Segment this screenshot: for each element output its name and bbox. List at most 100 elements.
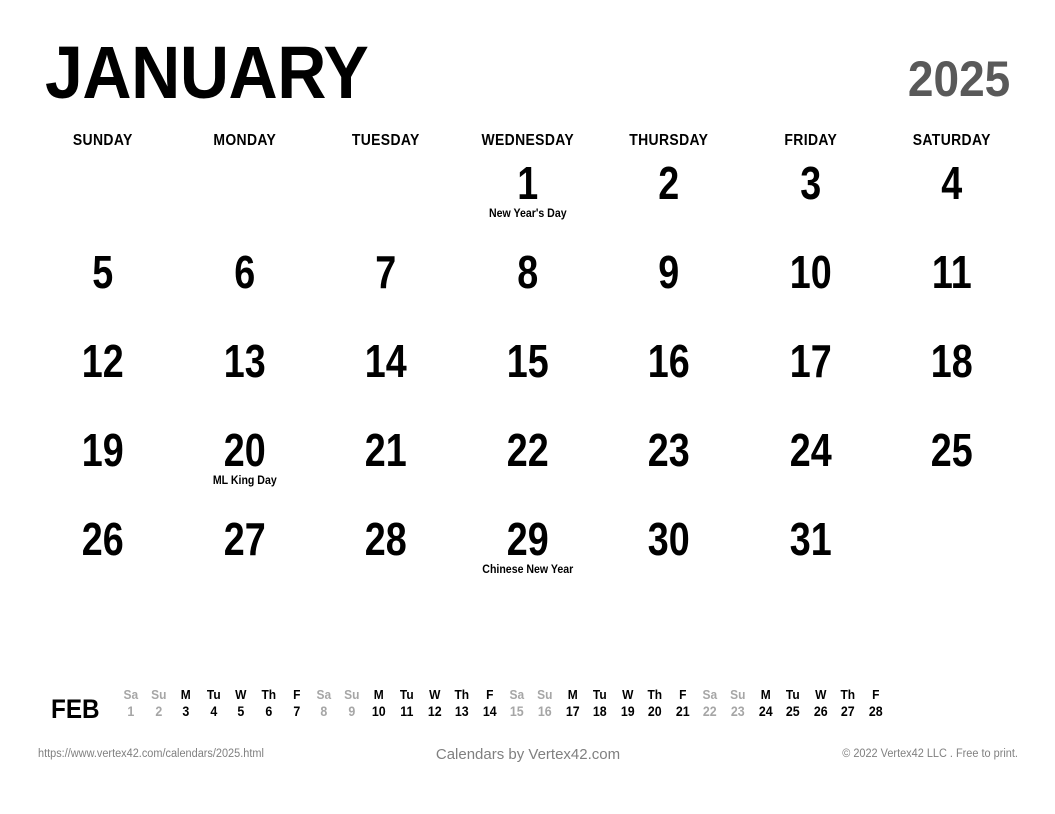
- mini-day-number: 11: [400, 704, 414, 719]
- calendar-page: JANUARY 2025 SUNDAY MONDAY TUESDAY WEDNE…: [0, 0, 1055, 814]
- mini-day-cell[interactable]: F 14: [476, 686, 504, 721]
- mini-day-weekday: F: [872, 687, 880, 702]
- day-number: 19: [81, 424, 124, 476]
- day-cell[interactable]: 29 Chinese New Year: [457, 512, 599, 601]
- day-cell[interactable]: 26: [32, 512, 174, 601]
- mini-day-number: 28: [868, 704, 883, 719]
- mini-day-weekday: Sa: [316, 687, 332, 702]
- mini-day-cell[interactable]: Th 20: [641, 686, 669, 721]
- day-number: 25: [931, 424, 974, 476]
- mini-day-cell[interactable]: Su 2: [145, 686, 173, 721]
- day-cell[interactable]: 27: [174, 512, 316, 601]
- weekday-header-wednesday: WEDNESDAY: [481, 132, 574, 149]
- mini-day-number: 14: [482, 704, 497, 719]
- mini-day-cell[interactable]: Sa 22: [696, 686, 724, 721]
- day-cell[interactable]: 25: [881, 423, 1023, 512]
- day-cell[interactable]: 3: [740, 156, 882, 245]
- day-cell[interactable]: 19: [32, 423, 174, 512]
- weekday-header-row: SUNDAY MONDAY TUESDAY WEDNESDAY THURSDAY…: [32, 132, 1023, 150]
- mini-day-number: 24: [758, 704, 773, 719]
- day-number: 10: [789, 246, 832, 298]
- day-cell[interactable]: 20 ML King Day: [174, 423, 316, 512]
- day-cell[interactable]: 11: [881, 245, 1023, 334]
- day-number: 5: [92, 246, 114, 298]
- day-cell[interactable]: 4: [881, 156, 1023, 245]
- day-cell-empty: [881, 512, 1023, 601]
- mini-day-cell[interactable]: W 19: [614, 686, 642, 721]
- day-number: 16: [648, 335, 691, 387]
- day-cell[interactable]: 10: [740, 245, 882, 334]
- mini-day-cell[interactable]: M 24: [752, 686, 780, 721]
- day-cell[interactable]: 6: [174, 245, 316, 334]
- mini-day-weekday: F: [679, 687, 687, 702]
- day-cell[interactable]: 23: [598, 423, 740, 512]
- mini-day-weekday: Su: [343, 687, 360, 702]
- mini-day-cell[interactable]: Su 16: [531, 686, 559, 721]
- day-number: 15: [506, 335, 549, 387]
- mini-day-cell[interactable]: Sa 8: [310, 686, 338, 721]
- day-cell[interactable]: 18: [881, 334, 1023, 423]
- day-cell[interactable]: 9: [598, 245, 740, 334]
- day-number: 11: [932, 246, 973, 298]
- day-cell[interactable]: 12: [32, 334, 174, 423]
- day-cell[interactable]: 2: [598, 156, 740, 245]
- day-cell[interactable]: 5: [32, 245, 174, 334]
- day-number: 2: [658, 157, 680, 209]
- mini-day-cell[interactable]: Th 13: [448, 686, 476, 721]
- mini-day-cell[interactable]: Tu 18: [586, 686, 614, 721]
- mini-day-cell[interactable]: W5: [227, 686, 255, 721]
- day-cell[interactable]: 13: [174, 334, 316, 423]
- day-cell[interactable]: 28: [315, 512, 457, 601]
- mini-day-weekday: W: [235, 687, 247, 702]
- mini-day-cell[interactable]: Sa 15: [503, 686, 531, 721]
- day-cell[interactable]: 7: [315, 245, 457, 334]
- day-cell[interactable]: 8: [457, 245, 599, 334]
- mini-day-cell[interactable]: Tu 25: [779, 686, 807, 721]
- mini-day-cell[interactable]: Th 27: [834, 686, 862, 721]
- day-number: 14: [364, 335, 407, 387]
- mini-day-cell[interactable]: F 28: [862, 686, 890, 721]
- mini-day-number: 2: [154, 704, 162, 719]
- mini-day-cell[interactable]: M3: [172, 686, 200, 721]
- day-event-label: New Year's Day: [488, 208, 567, 220]
- mini-day-weekday: W: [814, 687, 827, 702]
- mini-day-weekday: Th: [840, 687, 856, 702]
- day-cell[interactable]: 15: [457, 334, 599, 423]
- mini-day-cell[interactable]: Tu 11: [393, 686, 421, 721]
- day-cell[interactable]: 14: [315, 334, 457, 423]
- mini-day-cell[interactable]: F 21: [669, 686, 697, 721]
- weekday-header-monday: MONDAY: [212, 132, 276, 149]
- day-number: 31: [789, 513, 832, 565]
- mini-day-cell[interactable]: Th 6: [255, 686, 283, 721]
- mini-day-cell[interactable]: Su 23: [724, 686, 752, 721]
- mini-day-cell[interactable]: W 26: [807, 686, 835, 721]
- day-cell[interactable]: 31: [740, 512, 882, 601]
- day-number: 29: [506, 513, 549, 565]
- mini-day-weekday: Sa: [509, 687, 525, 702]
- mini-day-cell[interactable]: F7: [283, 686, 311, 721]
- day-cell[interactable]: 24: [740, 423, 882, 512]
- mini-day-weekday: Th: [647, 687, 663, 702]
- mini-day-number: 26: [813, 704, 828, 719]
- day-cell[interactable]: 17: [740, 334, 882, 423]
- mini-day-cell[interactable]: W 12: [421, 686, 449, 721]
- mini-day-weekday: Th: [261, 687, 277, 702]
- mini-day-weekday: Su: [150, 687, 167, 702]
- mini-day-cell[interactable]: M 17: [559, 686, 587, 721]
- mini-day-cell[interactable]: M 10: [365, 686, 393, 721]
- day-cell[interactable]: 16: [598, 334, 740, 423]
- mini-day-cell[interactable]: Sa 1: [117, 686, 145, 721]
- mini-day-cell[interactable]: Tu 4: [200, 686, 228, 721]
- day-cell[interactable]: 21: [315, 423, 457, 512]
- day-cell[interactable]: 22: [457, 423, 599, 512]
- day-cell[interactable]: 30: [598, 512, 740, 601]
- day-number: 24: [789, 424, 832, 476]
- mini-day-weekday: F: [292, 687, 301, 702]
- mini-day-number: 13: [455, 704, 469, 719]
- day-cell[interactable]: 1 New Year's Day: [457, 156, 599, 245]
- day-number: 8: [516, 246, 538, 298]
- day-number: 27: [223, 513, 266, 565]
- mini-day-number: 17: [565, 704, 580, 719]
- mini-day-cell[interactable]: Su 9: [338, 686, 366, 721]
- mini-day-number: 4: [210, 704, 218, 719]
